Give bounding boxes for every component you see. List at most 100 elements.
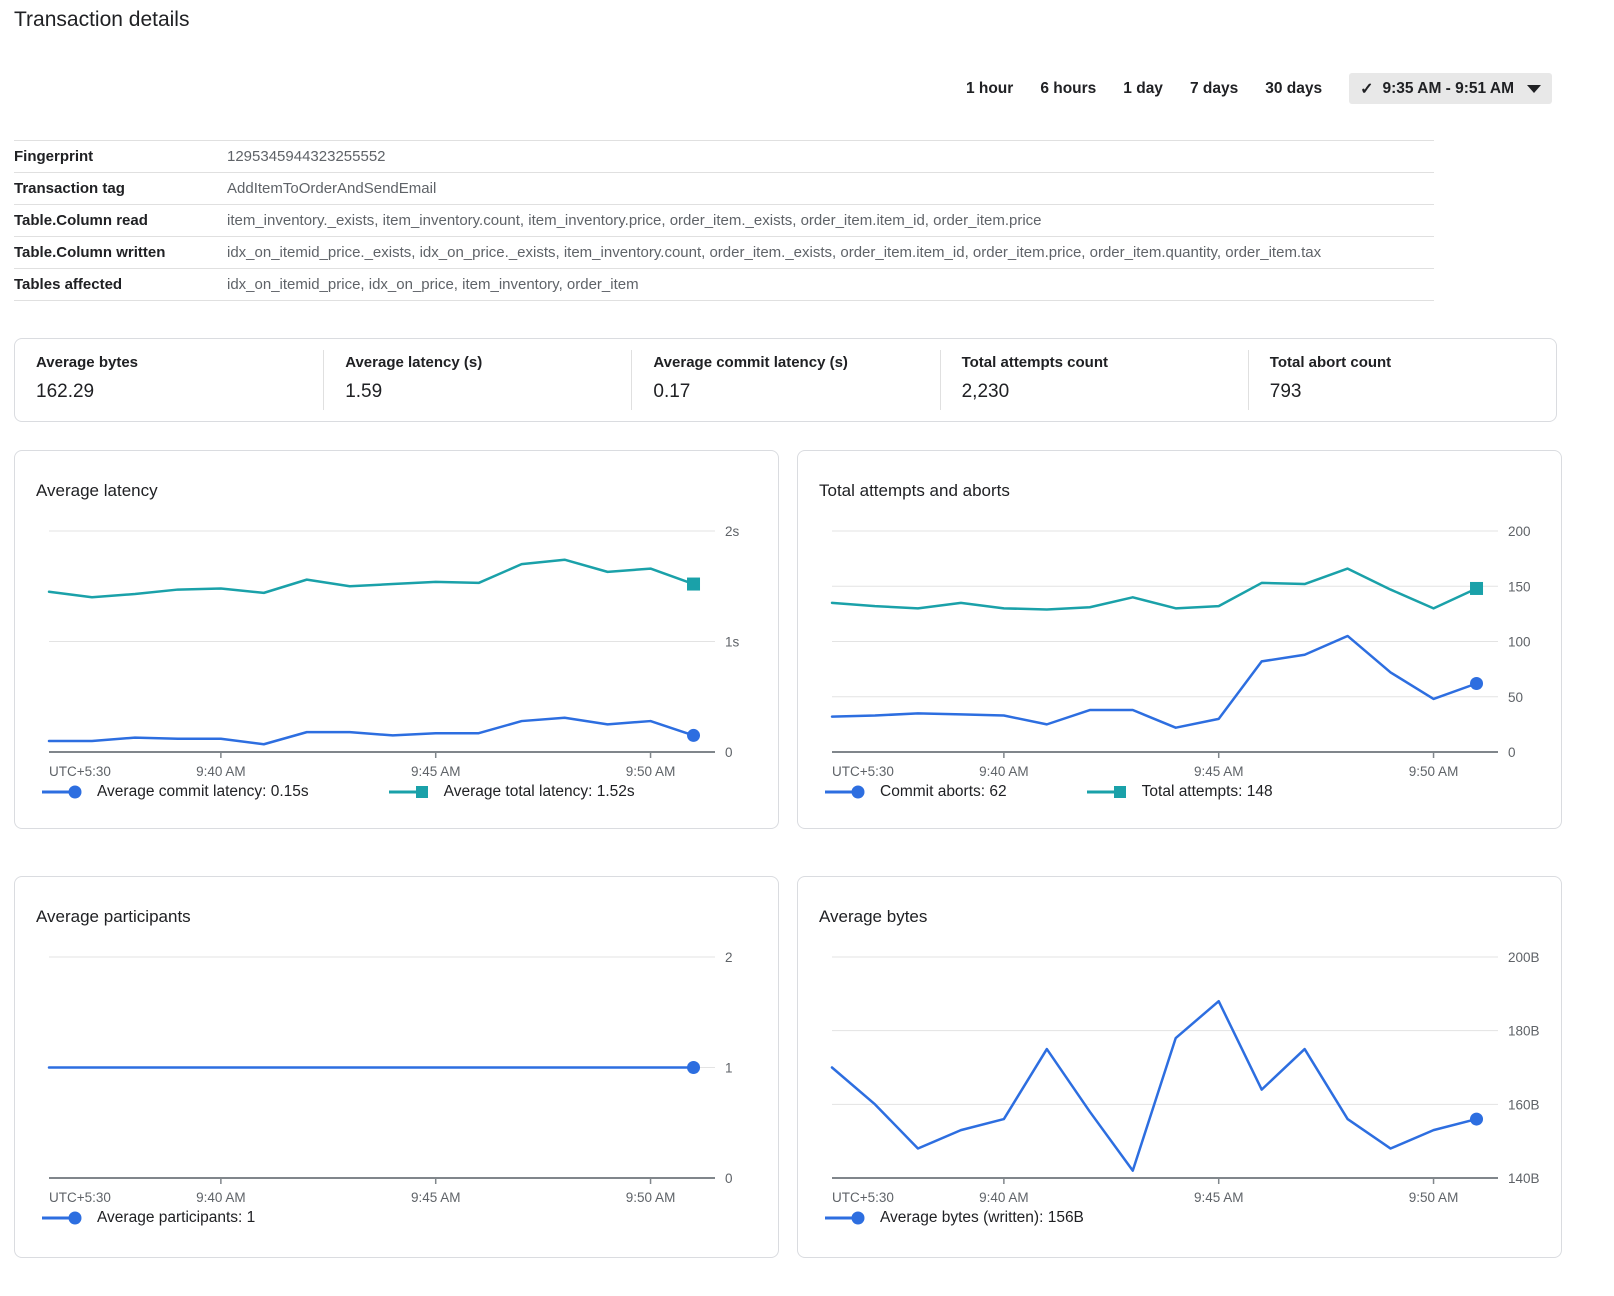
stat-label: Total attempts count [962,354,1248,371]
row-label: Tables affected [14,276,227,293]
chart-legend: Average commit latency: 0.15s Average tot… [42,783,635,801]
legend-line-square-icon [1087,784,1129,800]
svg-text:9:45 AM: 9:45 AM [411,1190,461,1205]
row-value: 1295345944323255552 [227,148,1434,165]
legend-line-square-icon [389,784,431,800]
svg-text:2: 2 [725,950,733,965]
svg-text:160B: 160B [1508,1097,1540,1112]
stat-value: 0.17 [653,381,939,403]
stat-value: 1.59 [345,381,631,403]
svg-text:9:40 AM: 9:40 AM [196,1190,246,1205]
legend-label: Average commit latency: 0.15s [97,783,309,801]
time-range-option-1-day[interactable]: 1 day [1123,80,1163,98]
legend-line-dot-icon [42,784,84,800]
table-row: Table.Column read item_inventory._exists… [14,204,1434,236]
row-label: Table.Column written [14,244,227,261]
legend-item[interactable]: Commit aborts: 62 [825,783,1007,801]
time-range-option-7-days[interactable]: 7 days [1190,80,1238,98]
legend-label: Commit aborts: 62 [880,783,1007,801]
svg-text:100: 100 [1508,635,1531,650]
chart-title: Average participants [36,907,191,927]
svg-text:9:40 AM: 9:40 AM [979,1190,1029,1205]
svg-text:9:40 AM: 9:40 AM [979,764,1029,779]
stat-total-attempts-count: Total attempts count 2,230 [940,350,1248,410]
chart-card-total-attempts-aborts: 200 150 100 50 0 9:40 AM 9:45 AM 9:50 AM UTC+5:3… [797,450,1562,829]
svg-text:150: 150 [1508,579,1531,594]
row-label: Transaction tag [14,180,227,197]
stat-label: Average commit latency (s) [653,354,939,371]
legend-item[interactable]: Average commit latency: 0.15s [42,783,309,801]
legend-label: Average participants: 1 [97,1209,255,1227]
row-label: Table.Column read [14,212,227,229]
legend-item[interactable]: Average bytes (written): 156B [825,1209,1084,1227]
row-value: idx_on_itemid_price, idx_on_price, item_… [227,276,1434,293]
svg-text:1: 1 [725,1061,733,1076]
stat-label: Average latency (s) [345,354,631,371]
svg-text:UTC+5:30: UTC+5:30 [49,1190,111,1205]
table-row: Transaction tag AddItemToOrderAndSendEma… [14,172,1434,204]
svg-text:UTC+5:30: UTC+5:30 [832,764,894,779]
legend-line-dot-icon [825,784,867,800]
legend-item[interactable]: Average total latency: 1.52s [389,783,635,801]
chart-legend: Commit aborts: 62 Total attempts: 148 [825,783,1273,801]
svg-text:50: 50 [1508,690,1523,705]
chart-legend: Average bytes (written): 156B [825,1209,1084,1227]
page-title: Transaction details [14,8,189,32]
chart-card-average-participants: 2 1 0 9:40 AM 9:45 AM 9:50 AM UTC+5:30 Average… [14,876,779,1258]
svg-text:9:50 AM: 9:50 AM [626,1190,676,1205]
row-value: AddItemToOrderAndSendEmail [227,180,1434,197]
time-range-option-1-hour[interactable]: 1 hour [966,80,1013,98]
svg-text:9:50 AM: 9:50 AM [1409,764,1459,779]
table-row: Fingerprint 1295345944323255552 [14,140,1434,172]
svg-text:0: 0 [1508,745,1516,760]
stat-value: 2,230 [962,381,1248,403]
svg-text:0: 0 [725,1171,733,1186]
legend-item[interactable]: Total attempts: 148 [1087,783,1273,801]
stat-label: Average bytes [36,354,323,371]
transaction-details-page: Transaction details 1 hour 6 hours 1 day… [0,0,1614,1296]
svg-text:9:45 AM: 9:45 AM [1194,764,1244,779]
svg-text:9:50 AM: 9:50 AM [626,764,676,779]
time-range-option-6-hours[interactable]: 6 hours [1040,80,1096,98]
svg-text:1s: 1s [725,635,740,650]
time-range-selector: 1 hour 6 hours 1 day 7 days 30 days ✓ 9:… [966,73,1552,104]
legend-line-dot-icon [42,1210,84,1226]
svg-text:0: 0 [725,745,733,760]
row-value: item_inventory._exists, item_inventory.c… [227,212,1434,229]
legend-line-dot-icon [825,1210,867,1226]
svg-text:2s: 2s [725,524,740,539]
chart-legend: Average participants: 1 [42,1209,255,1227]
time-range-selected-label: 9:35 AM - 9:51 AM [1383,80,1515,98]
svg-text:9:40 AM: 9:40 AM [196,764,246,779]
stat-value: 162.29 [36,381,323,403]
svg-text:9:50 AM: 9:50 AM [1409,1190,1459,1205]
aggregate-stats-card: Average bytes 162.29 Average latency (s)… [14,338,1557,422]
stat-label: Total abort count [1270,354,1556,371]
stat-average-latency: Average latency (s) 1.59 [323,350,631,410]
chart-card-average-bytes: 200B180B160B140B9:40 AM9:45 AM9:50 AMUTC… [797,876,1562,1258]
chart-title: Total attempts and aborts [819,481,1010,501]
stat-average-bytes: Average bytes 162.29 [15,350,323,410]
row-value: idx_on_itemid_price._exists, idx_on_pric… [227,244,1434,261]
legend-label: Average bytes (written): 156B [880,1209,1084,1227]
transaction-details-table: Fingerprint 1295345944323255552 Transact… [14,140,1434,301]
stat-average-commit-latency: Average commit latency (s) 0.17 [631,350,939,410]
time-range-selected-chip[interactable]: ✓ 9:35 AM - 9:51 AM [1349,73,1552,104]
legend-label: Total attempts: 148 [1142,783,1273,801]
table-row: Tables affected idx_on_itemid_price, idx… [14,268,1434,301]
legend-item[interactable]: Average participants: 1 [42,1209,255,1227]
chart-card-average-latency: 2s1s09:40 AM9:45 AM9:50 AMUTC+5:30 Avera… [14,450,779,829]
svg-text:180B: 180B [1508,1024,1540,1039]
stat-value: 793 [1270,381,1556,403]
chart-title: Average latency [36,481,158,501]
chevron-down-icon [1527,85,1541,93]
svg-text:200B: 200B [1508,950,1540,965]
legend-label: Average total latency: 1.52s [444,783,635,801]
check-icon: ✓ [1360,79,1373,99]
table-row: Table.Column written idx_on_itemid_price… [14,236,1434,268]
svg-text:140B: 140B [1508,1171,1540,1186]
svg-text:200: 200 [1508,524,1531,539]
time-range-option-30-days[interactable]: 30 days [1265,80,1322,98]
chart-title: Average bytes [819,907,927,927]
svg-text:UTC+5:30: UTC+5:30 [49,764,111,779]
